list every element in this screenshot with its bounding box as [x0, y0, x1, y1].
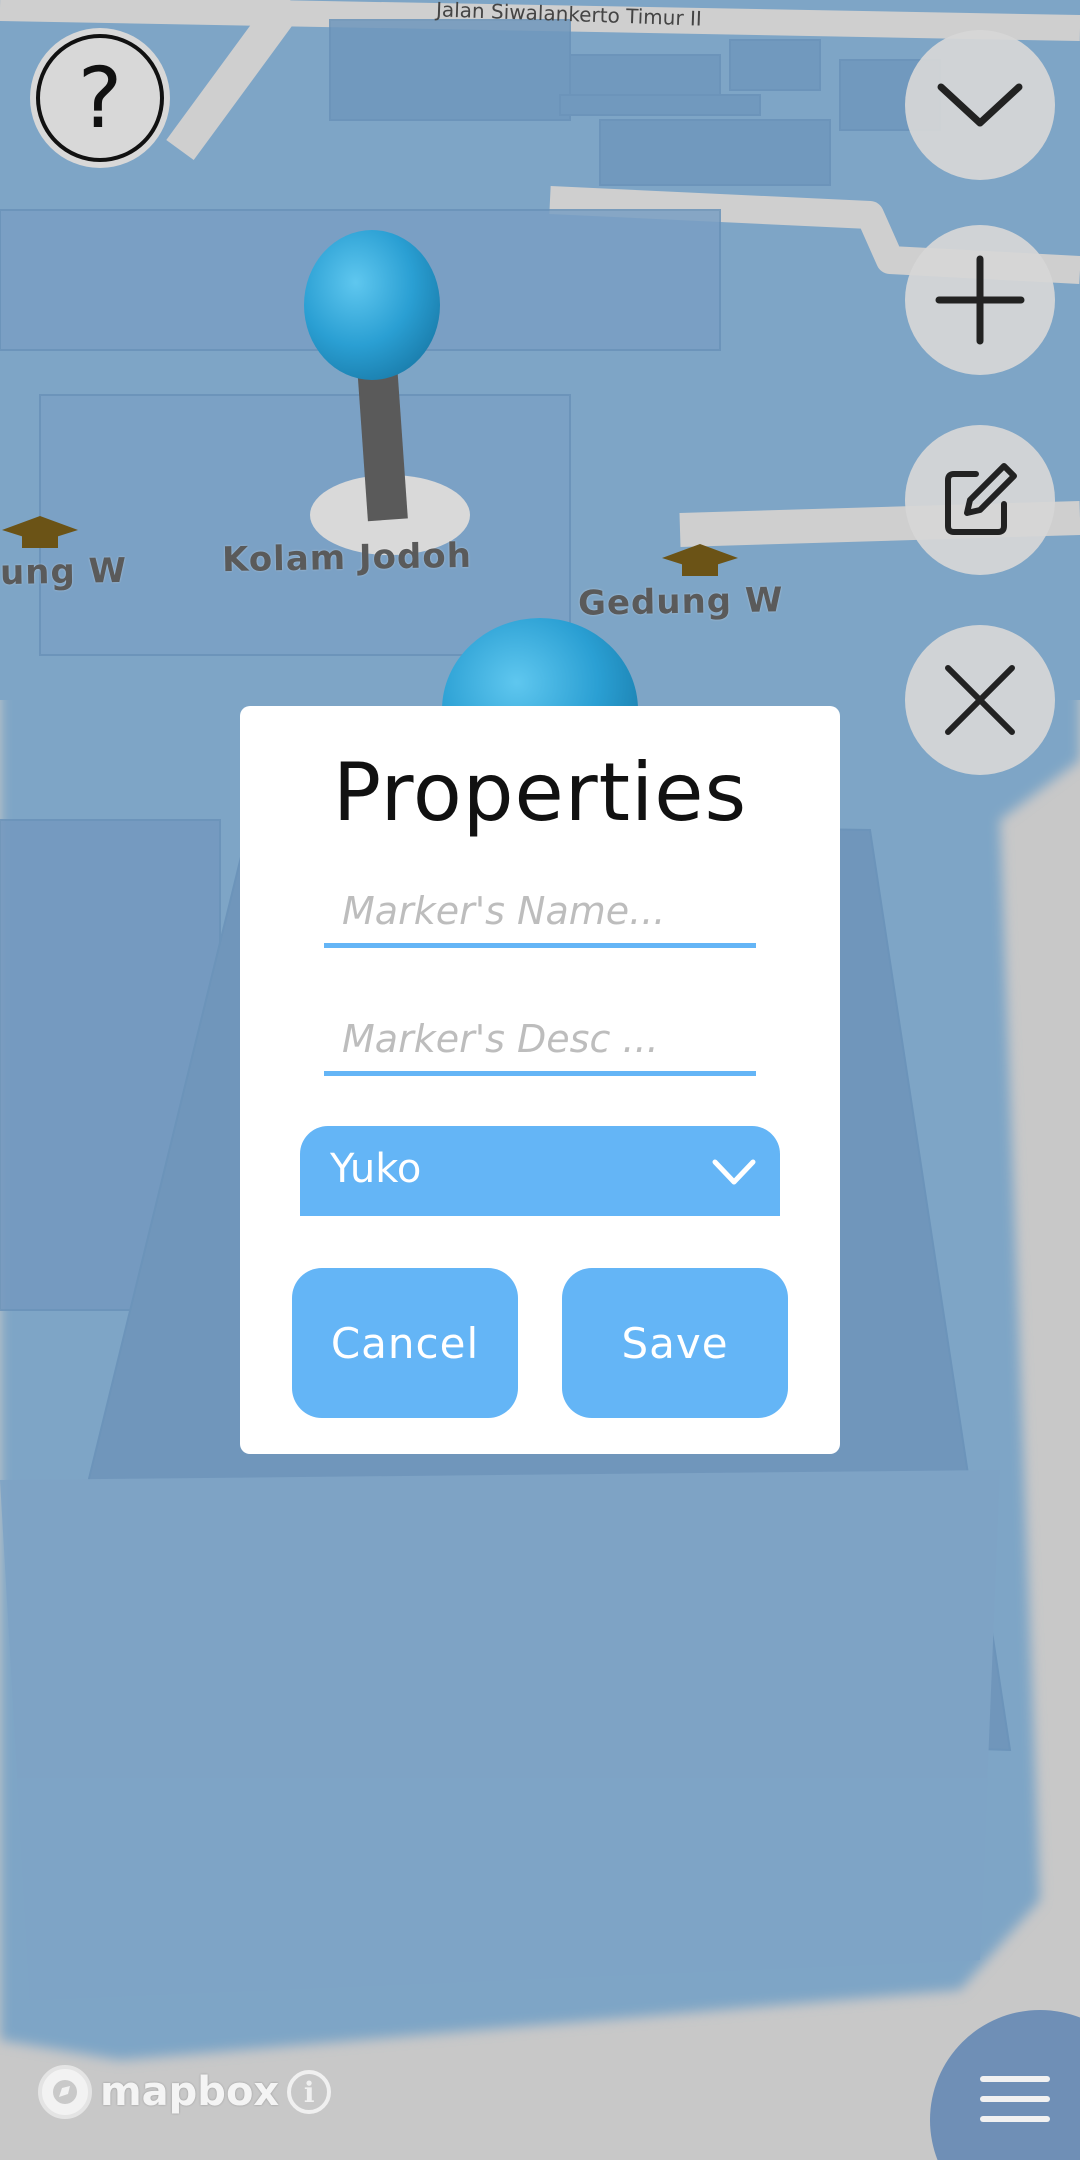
close-icon [945, 665, 1015, 735]
edit-icon [945, 463, 1017, 535]
marker-desc-input[interactable] [324, 1012, 756, 1076]
edit-marker-button[interactable] [905, 425, 1055, 575]
cancel-button[interactable]: Cancel [292, 1268, 518, 1418]
mapbox-logo-icon [38, 2065, 92, 2119]
map-label: Kolam Jodoh [221, 535, 473, 581]
add-marker-button[interactable] [905, 225, 1055, 375]
map-label: Gedung W [577, 580, 784, 624]
chevron-down-icon [712, 1159, 756, 1185]
map-screen: Jalan Siwalankerto Timur II ung W Kolam … [0, 0, 1080, 2160]
mapbox-attribution[interactable]: mapbox i [38, 2065, 332, 2119]
question-mark-icon: ? [36, 34, 164, 162]
marker-type-dropdown[interactable]: Yuko [300, 1126, 780, 1216]
graduation-cap-icon [662, 544, 738, 576]
chevron-down-icon [937, 83, 1023, 127]
mapbox-logo-text: mapbox [100, 2069, 280, 2115]
dropdown-selected-value: Yuko [330, 1146, 422, 1192]
help-button[interactable]: ? [30, 28, 170, 168]
properties-dialog: Properties Yuko Cancel Save [240, 706, 840, 1454]
dialog-title: Properties [332, 746, 748, 839]
map-label: ung W [0, 550, 128, 594]
collapse-button[interactable] [905, 30, 1055, 180]
info-icon[interactable]: i [287, 2070, 332, 2114]
marker-name-input[interactable] [324, 884, 756, 948]
graduation-cap-icon [2, 516, 78, 548]
save-button[interactable]: Save [562, 1268, 788, 1418]
hamburger-menu-icon [980, 2076, 1050, 2136]
plus-icon [935, 255, 1025, 345]
close-button[interactable] [905, 625, 1055, 775]
